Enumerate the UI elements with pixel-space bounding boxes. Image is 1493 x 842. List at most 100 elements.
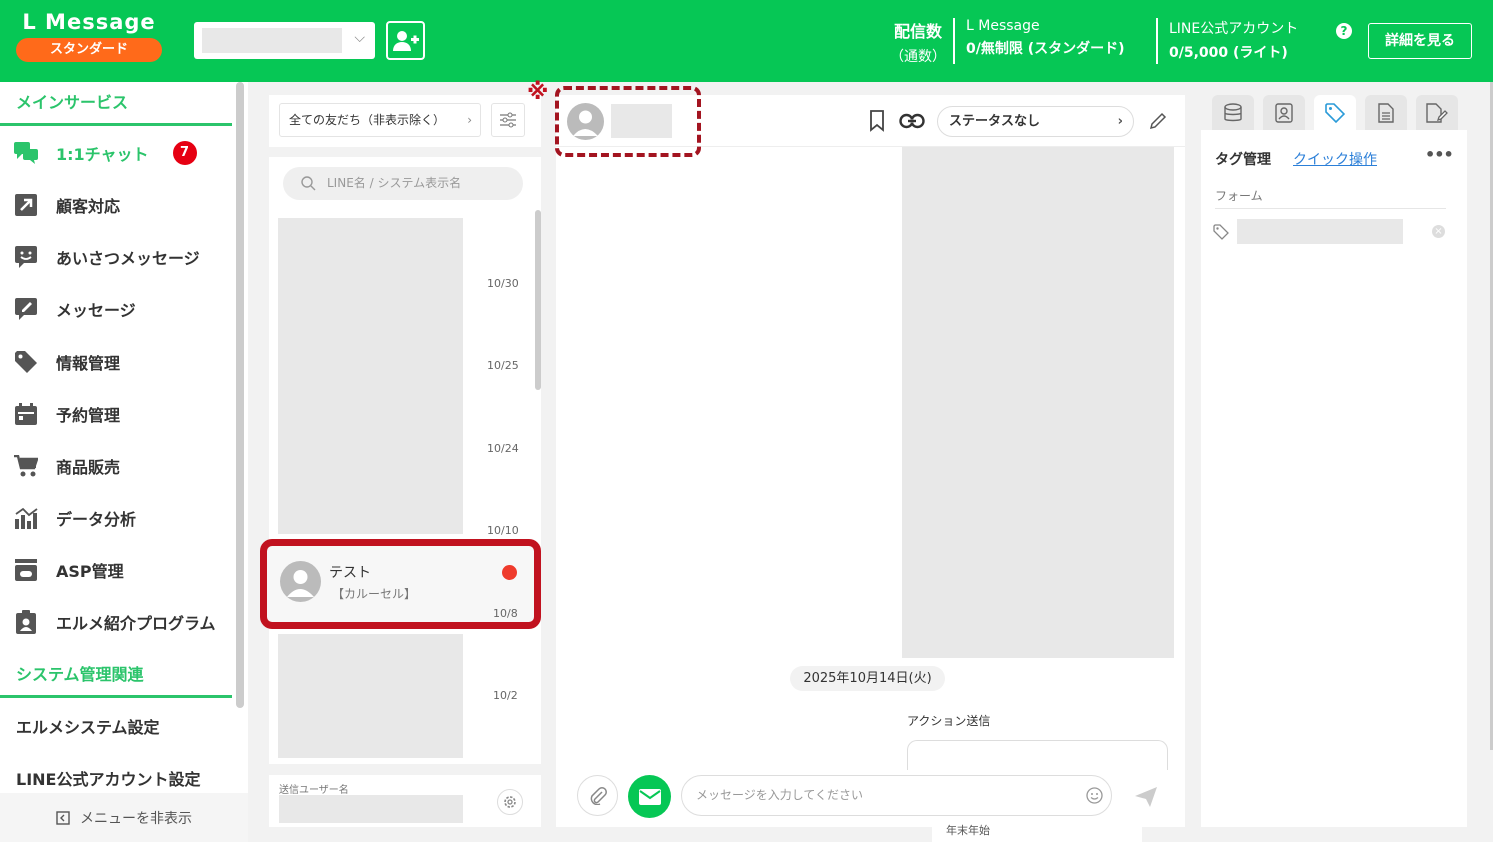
- attach-button[interactable]: [577, 775, 618, 816]
- user-icon: [573, 110, 598, 136]
- line-account-usage: LINE公式アカウント 0/5,000 (ライト): [1169, 21, 1299, 61]
- section-rule: [0, 123, 232, 126]
- document-icon: [1378, 102, 1394, 123]
- sender-user-panel: 送信ユーザー名: [269, 775, 541, 827]
- friend-last-message: 【カルーセル】: [332, 587, 417, 601]
- chat-bubbles-icon: [14, 141, 38, 165]
- sender-settings-button[interactable]: [497, 789, 523, 815]
- cart-icon: [14, 454, 38, 478]
- friend-filter-select[interactable]: 全ての友だち（非表示除く） ›: [279, 103, 481, 137]
- chat-user-name-placeholder: [611, 104, 672, 138]
- more-options-icon[interactable]: •••: [1425, 145, 1454, 164]
- action-message-card[interactable]: [907, 740, 1168, 770]
- list-item-date: 10/24: [487, 442, 519, 455]
- tag-management-title: タグ管理: [1215, 152, 1271, 168]
- gear-icon: [504, 796, 516, 808]
- tab-contact[interactable]: [1263, 95, 1305, 130]
- sidebar-item-analytics[interactable]: データ分析: [0, 498, 232, 538]
- sidebar-item-asp[interactable]: ASP管理: [0, 550, 232, 590]
- paperclip-icon: [590, 786, 607, 805]
- smile-bubble-icon: [14, 245, 38, 269]
- tab-database[interactable]: [1212, 95, 1254, 130]
- chart-icon: [14, 506, 38, 530]
- edit-icon[interactable]: [1148, 111, 1168, 131]
- clipboard-user-icon: [14, 610, 38, 634]
- tag-value-placeholder: [1237, 219, 1403, 244]
- friend-filter-bar: 全ての友だち（非表示除く） ›: [269, 95, 541, 147]
- hide-menu-button[interactable]: メニューを非表示: [0, 793, 248, 842]
- chevron-right-icon: ›: [1117, 114, 1123, 129]
- sidebar-item-chat[interactable]: 1:1チャット 7: [0, 133, 232, 173]
- sidebar-item-greeting[interactable]: あいさつメッセージ: [0, 237, 232, 277]
- friend-list-scrollbar[interactable]: [535, 210, 541, 390]
- account-select[interactable]: ⌵: [194, 22, 375, 59]
- sidebar-scrollbar[interactable]: [236, 82, 244, 708]
- search-icon: [301, 176, 316, 191]
- friend-list-placeholder: [278, 218, 463, 534]
- divider: [1156, 18, 1158, 64]
- sidebar-item-message[interactable]: メッセージ: [0, 289, 232, 329]
- quick-action-link[interactable]: クイック操作: [1293, 149, 1377, 169]
- register-icon: [14, 558, 38, 582]
- sidebar-item-referral[interactable]: エルメ紹介プログラム: [0, 602, 232, 642]
- sidebar-item-line-settings[interactable]: LINE公式アカウント設定: [16, 766, 200, 790]
- mail-icon: [638, 788, 661, 805]
- section-rule: [0, 695, 232, 698]
- emoji-icon[interactable]: [1086, 787, 1103, 804]
- brand-name: L Message: [22, 10, 156, 34]
- tab-document-edit[interactable]: [1416, 95, 1458, 130]
- status-select[interactable]: ステータスなし ›: [937, 106, 1134, 137]
- plan-badge: スタンダード: [16, 38, 162, 62]
- tab-tags[interactable]: [1314, 95, 1356, 130]
- action-send-label: アクション送信: [907, 714, 991, 728]
- account-name-placeholder: [202, 28, 342, 53]
- tab-document[interactable]: [1365, 95, 1407, 130]
- add-friend-button[interactable]: [386, 21, 425, 60]
- document-edit-icon: [1426, 102, 1448, 123]
- list-item-date: 10/30: [487, 277, 519, 290]
- avatar: [280, 561, 321, 602]
- tag-icon: [14, 350, 38, 374]
- calendar-icon: [14, 402, 38, 426]
- help-icon[interactable]: ?: [1336, 23, 1352, 39]
- tag-icon: [1213, 224, 1229, 240]
- send-icon[interactable]: [1134, 786, 1158, 808]
- user-icon: [287, 570, 314, 597]
- chevron-right-icon: ›: [467, 113, 472, 127]
- view-details-button[interactable]: 詳細を見る: [1368, 23, 1472, 59]
- list-item-date: 10/10: [487, 524, 519, 537]
- sidebar-item-customer-support[interactable]: 顧客対応: [0, 185, 232, 225]
- remove-tag-icon[interactable]: ×: [1432, 225, 1445, 238]
- message-image-placeholder[interactable]: [902, 147, 1174, 658]
- filter-settings-button[interactable]: [491, 103, 525, 137]
- list-item-date: 10/25: [487, 359, 519, 372]
- friend-search-input[interactable]: LINE名 / システム表示名: [283, 167, 523, 200]
- section-main-service: メインサービス: [16, 93, 129, 112]
- date-separator: 2025年10月14日(火): [790, 666, 945, 691]
- database-icon: [1224, 102, 1242, 121]
- bookmark-icon[interactable]: [868, 110, 886, 132]
- divider: [1215, 208, 1446, 209]
- pencil-bubble-icon: [14, 297, 38, 321]
- arrow-box-icon: [14, 193, 38, 217]
- sidebar-item-reservation[interactable]: 予約管理: [0, 394, 232, 434]
- lmessage-usage: L Message 0/無制限 (スタンダード): [966, 18, 1125, 57]
- brand-logo[interactable]: L Message スタンダード: [16, 10, 162, 62]
- carousel-peek-text: 年末年始: [932, 822, 1142, 842]
- list-item-date: 10/2: [493, 689, 518, 702]
- sidebar-item-system-settings[interactable]: エルメシステム設定: [16, 714, 160, 738]
- divider: [953, 18, 955, 64]
- list-item-date: 10/8: [493, 607, 518, 620]
- sidebar-item-info[interactable]: 情報管理: [0, 342, 232, 382]
- sender-user-input[interactable]: [279, 795, 463, 823]
- contact-icon: [1275, 102, 1293, 123]
- link-icon[interactable]: [899, 112, 925, 130]
- collapse-icon: [56, 810, 70, 825]
- top-header: L Message スタンダード ⌵ 配信数 （通数） L Message 0/…: [0, 0, 1493, 82]
- chevron-down-icon: ⌵: [354, 30, 365, 46]
- message-input[interactable]: メッセージを入力してください: [681, 775, 1112, 816]
- friend-name: テスト: [329, 565, 371, 581]
- friend-list-placeholder: [278, 634, 463, 758]
- mail-button[interactable]: [628, 775, 671, 818]
- sidebar-item-sales[interactable]: 商品販売: [0, 446, 232, 486]
